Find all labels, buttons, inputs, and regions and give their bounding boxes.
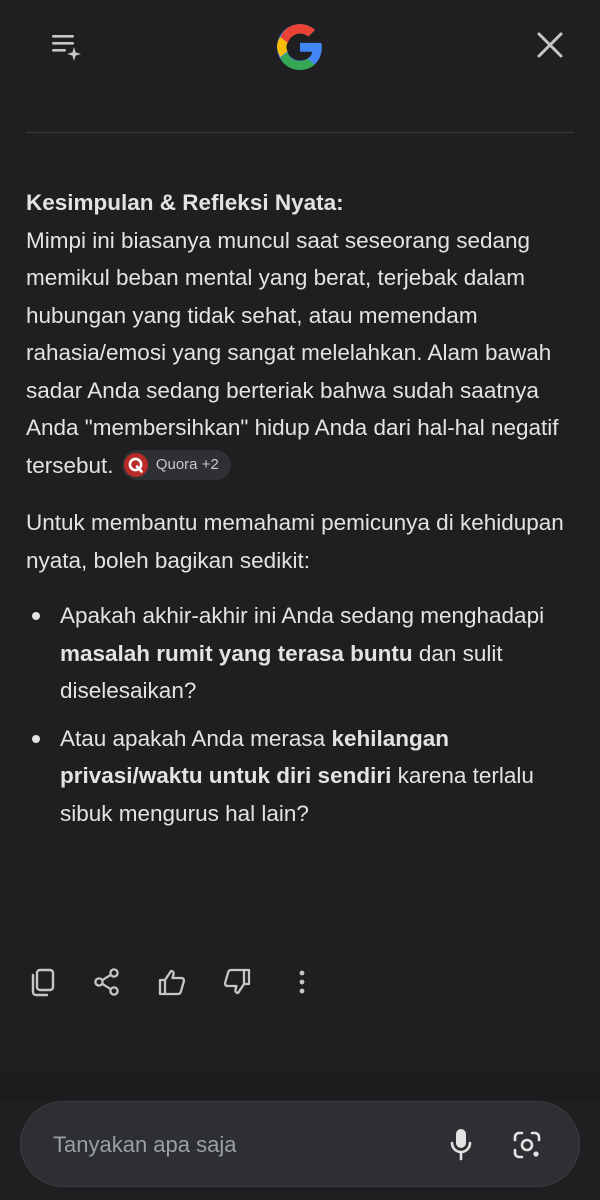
lens-icon	[513, 1131, 541, 1159]
answer-paragraph: Kesimpulan & Refleksi Nyata: Mimpi ini b…	[26, 184, 578, 484]
follow-up-paragraph: Untuk membantu memahami pemicunya di keh…	[26, 510, 564, 573]
top-bar	[0, 0, 600, 90]
google-logo	[272, 22, 328, 72]
share-icon	[94, 968, 119, 996]
copy-icon	[31, 968, 55, 997]
answer-actions	[24, 960, 349, 1004]
ai-answer: Kesimpulan & Refleksi Nyata: Mimpi ini b…	[26, 184, 578, 842]
thumbs-up-button[interactable]	[154, 960, 190, 1004]
thumbs-down-button[interactable]	[219, 960, 255, 1004]
list-item: Atau apakah Anda merasa kehilangan priva…	[26, 720, 578, 833]
mic-icon	[450, 1129, 472, 1161]
lens-search-button[interactable]	[505, 1123, 549, 1167]
ask-input[interactable]	[51, 1124, 425, 1166]
bottom-fade	[0, 1040, 600, 1100]
voice-search-button[interactable]	[441, 1123, 481, 1167]
follow-up-list: Apakah akhir-akhir ini Anda sedang mengh…	[26, 597, 578, 832]
close-button[interactable]	[528, 23, 572, 67]
thumbs-down-icon	[223, 968, 251, 995]
header-divider	[26, 132, 574, 133]
list-item-text: Atau apakah Anda merasa	[60, 725, 332, 751]
more-vert-icon	[299, 970, 305, 994]
list-item: Apakah akhir-akhir ini Anda sedang mengh…	[26, 597, 578, 710]
google-g-logo	[277, 24, 322, 70]
history-button[interactable]	[44, 23, 88, 67]
history-sparkle-icon	[52, 35, 81, 61]
more-options-button[interactable]	[284, 960, 320, 1004]
list-item-bold: masalah rumit yang terasa buntu	[60, 640, 413, 666]
share-button[interactable]	[89, 960, 125, 1004]
thumbs-up-icon	[158, 969, 186, 996]
quora-icon	[123, 452, 148, 477]
list-item-text: Apakah akhir-akhir ini Anda sedang mengh…	[60, 603, 545, 628]
answer-text: Mimpi ini biasanya muncul saat seseorang…	[26, 227, 559, 478]
bullet-dot	[32, 612, 40, 620]
answer-heading: Kesimpulan & Refleksi Nyata:	[26, 190, 344, 215]
copy-button[interactable]	[24, 960, 60, 1004]
source-chip-label: Quora +2	[155, 455, 219, 473]
close-icon	[537, 32, 563, 58]
ask-input-bar	[20, 1101, 580, 1187]
source-chip[interactable]: Quora +2	[121, 449, 231, 480]
bullet-dot	[32, 734, 40, 743]
